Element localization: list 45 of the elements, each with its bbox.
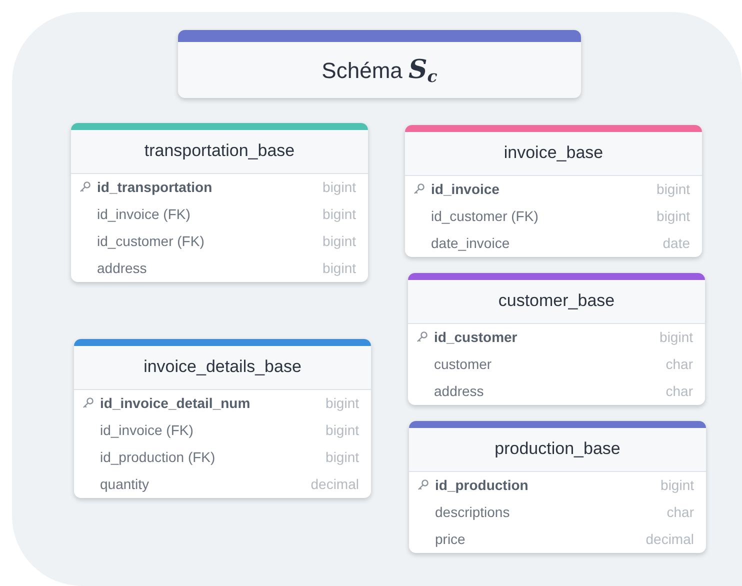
column-name: descriptions [435, 502, 511, 522]
key-icon [417, 479, 429, 491]
table-name: transportation_base [144, 141, 295, 160]
column-name: customer [434, 354, 493, 374]
column-name: address [434, 382, 485, 400]
column-type: date [662, 234, 690, 252]
column-type: bigint [660, 476, 694, 495]
column-name: id_production [435, 476, 530, 495]
column-type: bigint [322, 232, 356, 251]
schema-title: Schéma S$_{c}$ [322, 54, 438, 88]
column-name: id_customer [434, 328, 518, 346]
column-type: char [666, 354, 693, 374]
column-type: bigint [322, 178, 356, 197]
column-type: bigint [322, 204, 356, 224]
column-type: decimal [310, 474, 359, 494]
column-name: id_invoice_detail_num [100, 394, 252, 412]
column-type: char [666, 382, 693, 400]
column-name: id_invoice [431, 180, 500, 198]
column-type: bigint [656, 206, 690, 226]
column-name: quantity [100, 474, 150, 494]
column-type: bigint [660, 328, 693, 347]
table-name: invoice_details_base [144, 357, 302, 376]
column-type: char [666, 502, 694, 522]
column-name: date_invoice [431, 234, 511, 253]
key-icon [79, 181, 91, 193]
column-name: id_invoice (FK) [97, 204, 192, 224]
column-type: bigint [656, 180, 690, 199]
column-name: id_transportation [97, 178, 214, 197]
table-name: customer_base [498, 291, 615, 310]
table-name: production_base [494, 439, 620, 458]
key-icon [416, 331, 428, 343]
column-name: price [435, 530, 466, 549]
key-icon [82, 397, 94, 409]
column-type: bigint [326, 394, 359, 413]
column-name: id_customer (FK) [97, 232, 206, 251]
column-name: id_invoice (FK) [100, 420, 194, 440]
column-type: bigint [326, 420, 359, 440]
column-type: bigint [322, 258, 356, 278]
table-name: invoice_base [504, 143, 604, 162]
column-name: id_customer (FK) [431, 206, 540, 226]
column-name: address [97, 258, 148, 278]
column-name: id_production (FK) [100, 448, 216, 467]
column-type: bigint [326, 448, 359, 467]
column-type: decimal [646, 530, 694, 548]
key-icon [413, 183, 425, 195]
